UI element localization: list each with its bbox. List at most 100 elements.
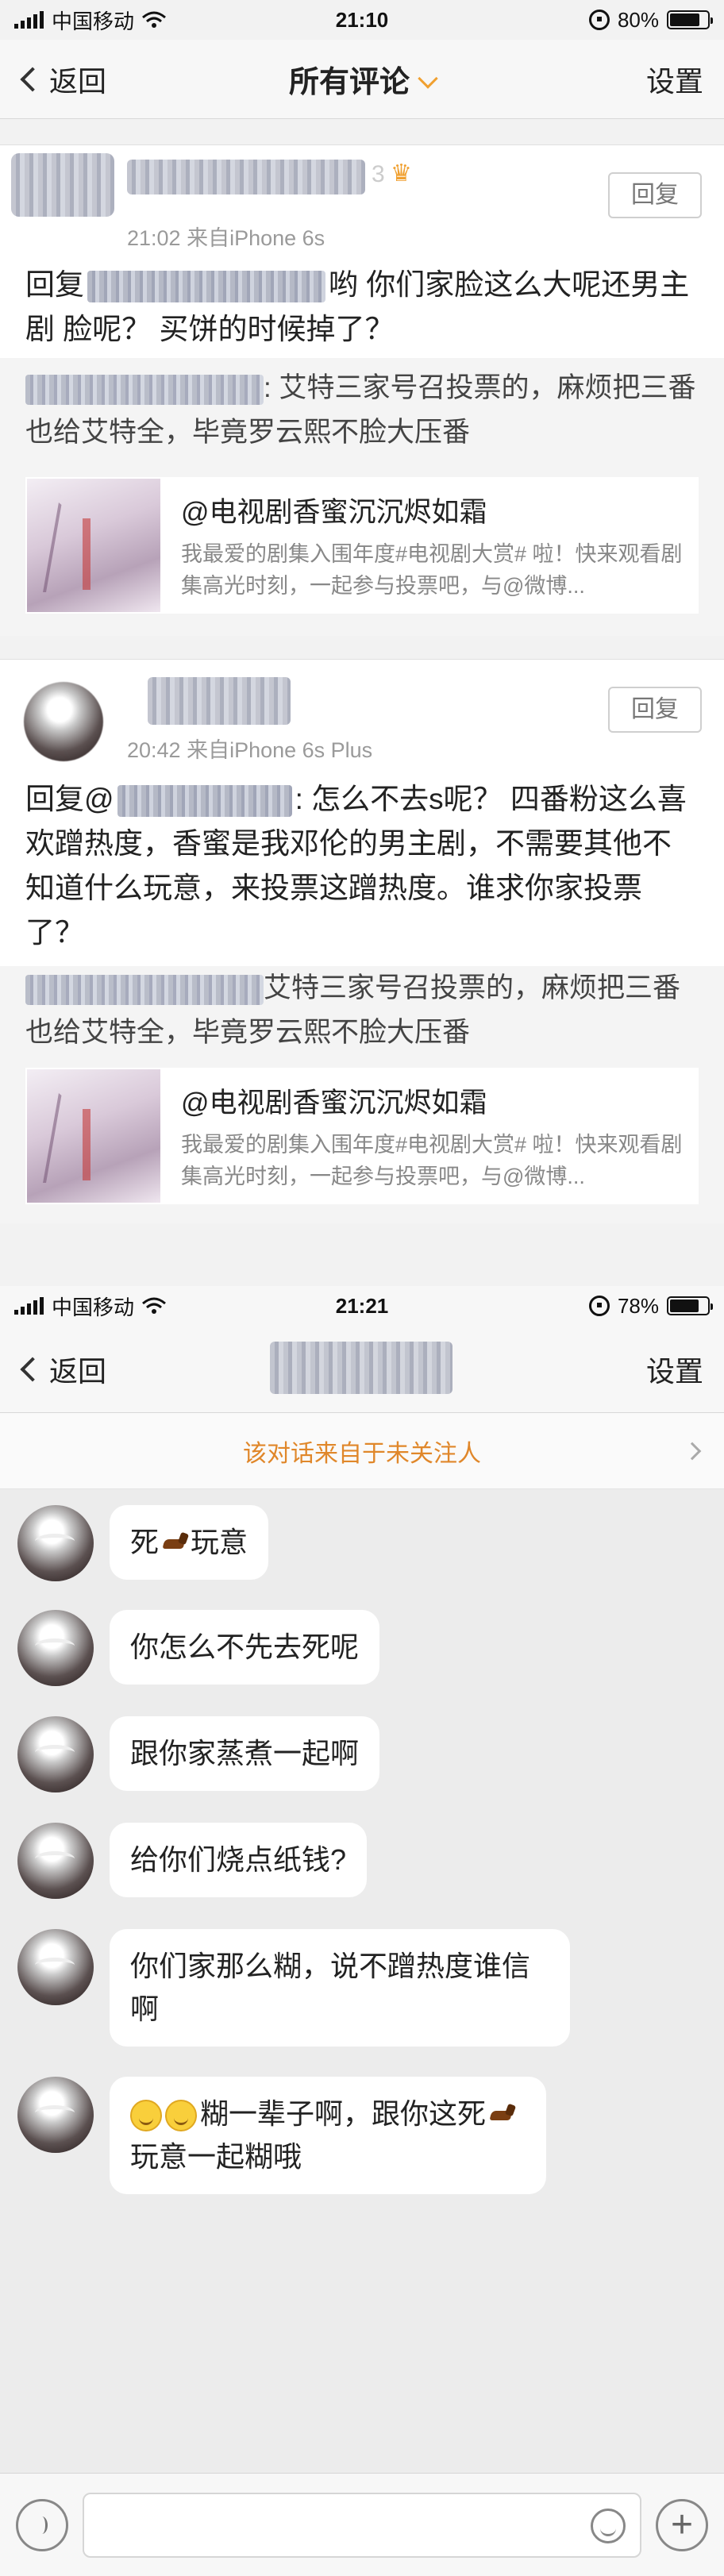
message-bubble[interactable]: 糊一辈子啊，跟你这死玩意一起糊哦 xyxy=(110,2077,546,2194)
avatar[interactable] xyxy=(17,1505,94,1581)
share-card[interactable]: @电视剧香蜜沉沉烬如霜 我最爱的剧集入围年度#电视剧大赏# 啦！快来观看剧集高光… xyxy=(25,477,699,614)
voice-button[interactable] xyxy=(16,2498,68,2551)
chat-message: 你怎么不先去死呢 xyxy=(17,1610,380,1686)
chat-message: 你们家那么糊，说不蹭热度谁信啊 xyxy=(17,1929,570,2047)
masked-author xyxy=(25,374,264,405)
back-label: 返回 xyxy=(49,64,107,98)
comment-meta: 21:02 来自iPhone 6s xyxy=(127,226,325,250)
settings-button[interactable]: 设置 xyxy=(646,1349,703,1390)
message-text: 给你们烧点纸钱? xyxy=(130,1843,347,1876)
smile-emoji-icon xyxy=(165,2100,197,2132)
comment-card: 3 ♛ 21:02 来自iPhone 6s 回复 回复哟 你们家脸这么大呢还男主… xyxy=(0,144,724,636)
comment-text: 回复@: 怎么不去s呢？ 四番粉这么喜欢蹭热度，香蜜是我邓伦的男主剧，不需要其他… xyxy=(25,777,699,955)
vip-crown-icon: ♛ xyxy=(391,160,412,187)
emoji-icon[interactable] xyxy=(591,2508,626,2543)
comment-meta: 20:42 来自iPhone 6s Plus xyxy=(127,738,373,762)
share-title: @电视剧香蜜沉沉烬如霜 xyxy=(181,1087,487,1119)
chat-message: 糊一辈子啊，跟你这死玩意一起糊哦 xyxy=(17,2077,546,2194)
masked-mention xyxy=(87,271,325,303)
message-bubble[interactable]: 你怎么不先去死呢 xyxy=(110,1610,380,1685)
reply-button[interactable]: 回复 xyxy=(608,687,702,733)
quoted-text: 艾特三家号召投票的，麻烦把三番也给艾特全，毕竟罗云熙不脸大压番 xyxy=(25,966,699,1055)
avatar[interactable] xyxy=(17,1823,94,1899)
quoted-post[interactable]: 艾特三家号召投票的，麻烦把三番也给艾特全，毕竟罗云熙不脸大压番 @电视剧香蜜沉沉… xyxy=(0,966,724,1223)
comment-card: 20:42 来自iPhone 6s Plus 回复 回复@: 怎么不去s呢？ 四… xyxy=(0,659,724,1223)
message-text: 死 xyxy=(130,1526,160,1558)
message-text: 玩意 xyxy=(191,1526,248,1558)
reply-prefix: 回复 xyxy=(25,268,84,301)
chat-title-masked xyxy=(270,1342,452,1394)
horse-emoji-icon xyxy=(160,1531,189,1557)
quoted-post[interactable]: : 艾特三家号召投票的，麻烦把三番也给艾特全，毕竟罗云熙不脸大压番 @电视剧香蜜… xyxy=(0,358,724,636)
message-bubble[interactable]: 跟你家蒸煮一起啊 xyxy=(110,1716,380,1791)
share-card[interactable]: @电视剧香蜜沉沉烬如霜 我最爱的剧集入围年度#电视剧大赏# 啦！快来观看剧集高光… xyxy=(25,1068,699,1204)
nav-bar: 返回 所有评论 设置 xyxy=(0,40,724,119)
chat-message: 死玩意 xyxy=(17,1505,269,1581)
quoted-text: : 艾特三家号召投票的，麻烦把三番也给艾特全，毕竟罗云熙不脸大压番 xyxy=(25,366,699,455)
avatar[interactable] xyxy=(17,1716,94,1792)
page-title-text: 所有评论 xyxy=(288,66,410,99)
chat-message: 给你们烧点纸钱? xyxy=(17,1823,368,1899)
comment-text: 回复哟 你们家脸这么大呢还男主剧 脸呢？ 买饼的时候掉了？ xyxy=(25,263,699,352)
back-chevron-icon xyxy=(20,66,45,92)
nav-bar: 返回 设置 xyxy=(0,1326,724,1413)
carrier-label: 中国移动 xyxy=(52,1295,135,1319)
chevron-right-icon xyxy=(683,1442,702,1460)
message-bubble[interactable]: 你们家那么糊，说不蹭热度谁信啊 xyxy=(110,1929,570,2047)
share-title: @电视剧香蜜沉沉烬如霜 xyxy=(181,496,487,528)
masked-mention xyxy=(117,785,292,818)
wifi-icon xyxy=(142,11,166,28)
back-button[interactable]: 返回 xyxy=(19,59,106,100)
horse-emoji-icon xyxy=(487,2103,516,2128)
message-text: 糊一辈子啊，跟你这死 xyxy=(200,2097,487,2130)
battery-percent: 78% xyxy=(617,1293,659,1318)
page-title[interactable]: 所有评论 xyxy=(0,57,724,101)
plus-icon: + xyxy=(670,2503,694,2546)
input-bar: + xyxy=(0,2473,724,2576)
message-text: 玩意一起糊哦 xyxy=(130,2140,302,2173)
stranger-notice-bar[interactable]: 该对话来自于未关注人 xyxy=(0,1413,724,1489)
stranger-notice-text: 该对话来自于未关注人 xyxy=(243,1440,481,1467)
reply-prefix: 回复@ xyxy=(25,783,114,815)
back-label: 返回 xyxy=(49,1354,107,1388)
share-desc: 我最爱的剧集入围年度#电视剧大赏# 啦！快来观看剧集高光时刻，一起参与投票吧，与… xyxy=(181,1132,683,1188)
wifi-icon xyxy=(142,1297,166,1314)
signal-icon xyxy=(14,11,44,29)
username-masked[interactable] xyxy=(148,677,291,725)
carrier-label: 中国移动 xyxy=(52,9,135,33)
status-bar: 中国移动 21:10 80% xyxy=(0,0,724,40)
battery-percent: 80% xyxy=(617,7,659,32)
back-chevron-icon xyxy=(20,1356,45,1382)
avatar[interactable] xyxy=(17,2077,94,2153)
chat-message: 跟你家蒸煮一起啊 xyxy=(17,1716,380,1792)
message-text: 你怎么不先去死呢 xyxy=(130,1631,360,1663)
avatar[interactable] xyxy=(17,1610,94,1686)
message-bubble[interactable]: 死玩意 xyxy=(110,1505,269,1580)
username-masked[interactable] xyxy=(127,160,365,194)
masked-author xyxy=(25,974,264,1005)
rotation-lock-icon xyxy=(588,1296,610,1316)
settings-button[interactable]: 设置 xyxy=(646,59,703,100)
share-desc: 我最爱的剧集入围年度#电视剧大赏# 啦！快来观看剧集高光时刻，一起参与投票吧，与… xyxy=(181,541,683,598)
battery-icon xyxy=(667,1296,713,1315)
smile-emoji-icon xyxy=(130,2100,162,2132)
voice-icon xyxy=(37,2516,48,2534)
avatar[interactable] xyxy=(17,1929,94,2005)
rotation-lock-icon xyxy=(588,10,610,30)
reply-button[interactable]: 回复 xyxy=(608,172,702,218)
message-input[interactable] xyxy=(83,2492,641,2558)
username-suffix: 3 xyxy=(372,161,385,187)
avatar[interactable] xyxy=(11,153,114,217)
status-bar: 中国移动 21:21 78% xyxy=(0,1286,724,1326)
battery-icon xyxy=(667,10,713,29)
message-bubble[interactable]: 给你们烧点纸钱? xyxy=(110,1823,368,1897)
chat-area: 死玩意 你怎么不先去死呢 跟你家蒸煮一起啊 给你们烧点纸钱? 你们家那么糊，说不… xyxy=(0,1489,724,2473)
message-text: 你们家那么糊，说不蹭热度谁信啊 xyxy=(130,1950,531,2025)
dropdown-chevron-icon xyxy=(418,68,438,89)
message-text: 跟你家蒸煮一起啊 xyxy=(130,1737,360,1769)
back-button[interactable]: 返回 xyxy=(19,1349,106,1390)
plus-button[interactable]: + xyxy=(656,2498,708,2551)
signal-icon xyxy=(14,1297,44,1315)
avatar[interactable] xyxy=(24,682,103,761)
share-thumbnail xyxy=(27,1069,160,1203)
